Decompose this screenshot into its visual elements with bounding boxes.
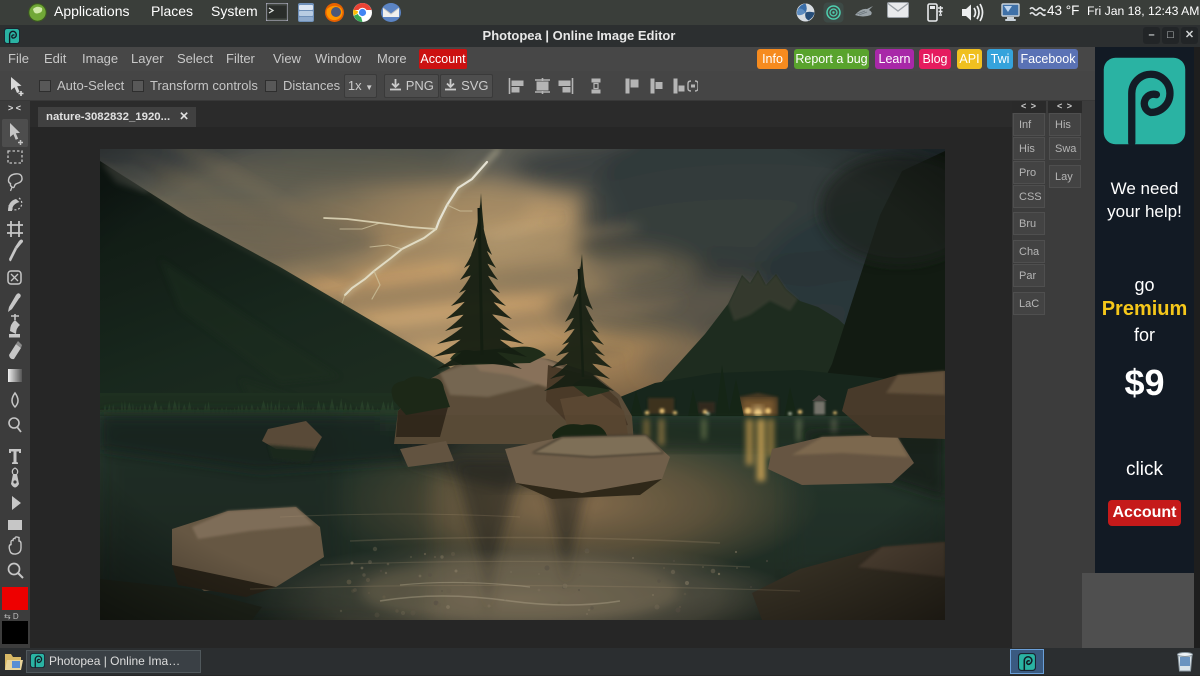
svg-text:> <: > < [8, 103, 21, 113]
svg-text:⇆ D: ⇆ D [4, 612, 19, 621]
